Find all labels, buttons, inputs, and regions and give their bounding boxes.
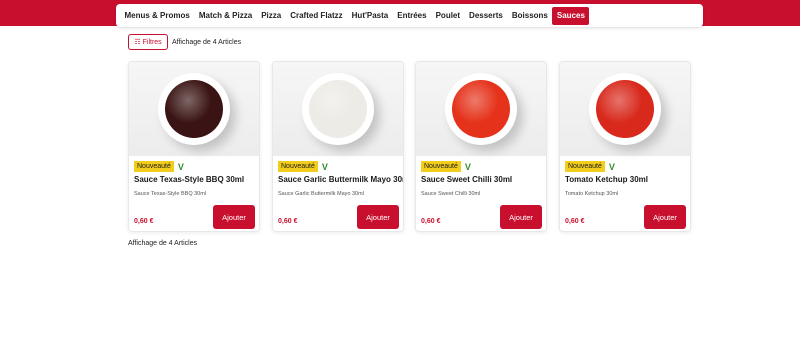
veg-icon: V: [608, 161, 615, 172]
nav-item-poulet[interactable]: Poulet: [431, 7, 464, 25]
veg-icon: V: [177, 161, 184, 172]
product-description: Sauce Texas-Style BBQ 30ml: [134, 191, 207, 197]
product-description: Sauce Sweet Chilli 30ml: [421, 191, 481, 197]
product-image: [560, 62, 690, 156]
sauce-shape: [452, 80, 510, 138]
product-price: 0,60 €: [421, 218, 441, 225]
product-title[interactable]: Tomato Ketchup 30ml: [565, 175, 648, 184]
new-badge: Nouveauté: [565, 161, 605, 172]
product-image: [129, 62, 259, 156]
product-price: 0,60 €: [565, 218, 585, 225]
product-description: Sauce Garlic Buttermilk Mayo 30ml: [278, 191, 364, 197]
results-count-bottom: Affichage de 4 Articles: [128, 240, 198, 247]
product-image: [416, 62, 546, 156]
filters-label: Filtres: [142, 38, 162, 46]
product-card: Nouveauté V Sauce Texas-Style BBQ 30ml S…: [128, 61, 260, 232]
new-badge: Nouveauté: [134, 161, 174, 172]
add-to-cart-button[interactable]: Ajouter: [357, 205, 399, 229]
new-badge: Nouveauté: [421, 161, 461, 172]
product-price: 0,60 €: [278, 218, 298, 225]
product-card: Nouveauté V Sauce Sweet Chilli 30ml Sauc…: [415, 61, 547, 232]
nav-item-match-pizza[interactable]: Match & Pizza: [194, 7, 256, 25]
badge-row: Nouveauté V: [134, 161, 184, 172]
badge-row: Nouveauté V: [421, 161, 471, 172]
veg-icon: V: [321, 161, 328, 172]
nav-item-sauces[interactable]: Sauces: [552, 6, 590, 25]
new-badge: Nouveauté: [278, 161, 318, 172]
product-price: 0,60 €: [134, 218, 154, 225]
filter-row: ☶ Filtres Affichage de 4 Articles: [128, 34, 241, 50]
veg-icon: V: [464, 161, 471, 172]
results-count-top: Affichage de 4 Articles: [172, 38, 242, 46]
filter-icon: ☶: [134, 39, 141, 46]
nav-item-boissons[interactable]: Boissons: [507, 7, 552, 25]
sauce-shape: [596, 80, 654, 138]
product-title[interactable]: Sauce Sweet Chilli 30ml: [421, 175, 512, 184]
product-title[interactable]: Sauce Texas-Style BBQ 30ml: [134, 175, 244, 184]
nav-item-menus-promos[interactable]: Menus & Promos: [120, 7, 194, 25]
badge-row: Nouveauté V: [565, 161, 615, 172]
nav-item-entrees[interactable]: Entrées: [393, 7, 431, 25]
badge-row: Nouveauté V: [278, 161, 328, 172]
product-card: Nouveauté V Tomato Ketchup 30ml Tomato K…: [559, 61, 691, 232]
product-image: [273, 62, 403, 156]
product-card: Nouveauté V Sauce Garlic Buttermilk Mayo…: [272, 61, 404, 232]
product-title[interactable]: Sauce Garlic Buttermilk Mayo 30ml: [278, 175, 403, 184]
sauce-shape: [165, 80, 223, 138]
add-to-cart-button[interactable]: Ajouter: [213, 205, 255, 229]
add-to-cart-button[interactable]: Ajouter: [644, 205, 686, 229]
product-description: Tomato Ketchup 30ml: [565, 191, 619, 197]
nav-item-desserts[interactable]: Desserts: [465, 7, 508, 25]
nav-item-crafted-flatzz[interactable]: Crafted Flatzz: [286, 7, 347, 25]
nav-item-pizza[interactable]: Pizza: [257, 7, 286, 25]
add-to-cart-button[interactable]: Ajouter: [500, 205, 542, 229]
filters-button[interactable]: ☶ Filtres: [128, 34, 168, 50]
nav-item-hut-pasta[interactable]: Hut'Pasta: [347, 7, 393, 25]
category-nav: Menus & Promos Match & Pizza Pizza Craft…: [116, 4, 703, 27]
sauce-shape: [309, 80, 367, 138]
